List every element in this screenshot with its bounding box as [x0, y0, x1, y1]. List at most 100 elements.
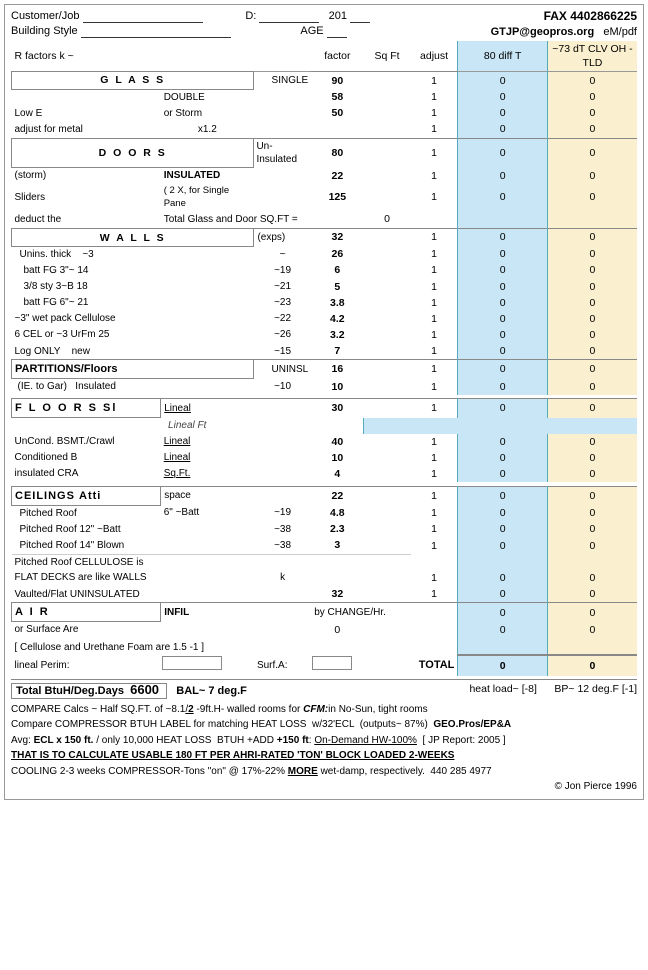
- walls-cellulose-row: ~3" wet pack Cellulose ~22 4.2 1 0 0: [12, 311, 638, 327]
- doors-insulated-factor: 22: [311, 168, 363, 184]
- walls-cellulose-factor: 4.2: [311, 311, 363, 327]
- walls-cel-k: ~26: [254, 327, 311, 343]
- doors-sliders-sub: ( 2 X, for Single Pane: [161, 184, 254, 212]
- col-adjust-hdr: adjust: [411, 41, 458, 72]
- ceilings-pitched3-adjust: 1: [411, 537, 458, 554]
- walls-cel-80: 0: [458, 327, 548, 343]
- doors-header-row: D O O R S Un-Insulated 80 1 0 0: [12, 138, 638, 168]
- ceilings-cellulose-label: Pitched Roof CELLULOSE is: [12, 554, 411, 570]
- floors-uncond-factor: 40: [311, 434, 363, 450]
- walls-section-label: W A L L S: [12, 228, 254, 246]
- customer-job-line: Customer/Job D: 201: [11, 10, 544, 23]
- air-or-label: or Surface Are: [12, 622, 161, 638]
- walls-batt2-label: batt FG 6"~ 21: [12, 295, 161, 311]
- doors-insulated-label: INSULATED: [161, 168, 254, 184]
- walls-log-80: 0: [458, 343, 548, 360]
- doors-sliders-row: Sliders ( 2 X, for Single Pane 125 1 0 0: [12, 184, 638, 212]
- ceilings-flat-sub: k: [254, 570, 311, 586]
- doors-unins-factor: 80: [311, 138, 363, 168]
- floors-lineal-label-row: Lineal Ft: [12, 418, 638, 434]
- glass-section-label: G L A S S: [12, 72, 254, 89]
- walls-cel-factor: 3.2: [311, 327, 363, 343]
- glass-double-73: 0: [547, 89, 637, 105]
- glass-header-row: G L A S S SINGLE 90 1 0 0: [12, 72, 638, 89]
- total-label: TOTAL: [363, 655, 457, 675]
- ceilings-pitched1-label: Pitched Roof: [12, 505, 161, 521]
- ceilings-vaulted-row: Vaulted/Flat UNINSULATED 32 1 0 0: [12, 586, 638, 603]
- col-73diff-hdr: ~73 dT CLV OH -TLD: [547, 41, 637, 72]
- walls-sty-80: 0: [458, 279, 548, 295]
- col-factor-hdr: factor: [311, 41, 363, 72]
- bottom-notes: COMPARE Calcs ~ Half SQ.FT. of ~8.1/2 -9…: [11, 702, 637, 795]
- ceilings-cellulose-row: Pitched Roof CELLULOSE is: [12, 554, 638, 570]
- cellulose-note-row: [ Cellulose and Urethane Foam are 1.5 -1…: [12, 638, 638, 656]
- doors-sliders-80: 0: [458, 184, 548, 212]
- walls-ext-adjust: 1: [411, 228, 458, 246]
- floors-conditioned-adjust: 1: [411, 450, 458, 466]
- floors-header-row: F L O O R S Sl Lineal 30 1 0 0: [12, 399, 638, 418]
- walls-sty-73: 0: [547, 279, 637, 295]
- year-label: 201: [329, 10, 347, 22]
- ceilings-vaulted-label: Vaulted/Flat UNINSULATED: [12, 586, 254, 603]
- walls-batt1-factor: 6: [311, 262, 363, 278]
- floors-uncond-adjust: 1: [411, 434, 458, 450]
- glass-single-sqft: [363, 72, 410, 89]
- doors-insulated-80: 0: [458, 168, 548, 184]
- walls-cellulose-label: ~3" wet pack Cellulose: [12, 311, 161, 327]
- floors-conditioned-factor: 10: [311, 450, 363, 466]
- doors-deduct-row: deduct the Total Glass and Door SQ.FT = …: [12, 211, 638, 228]
- lineal-perim-row: lineal Perim: Surf.A: TOTAL 0 0: [12, 655, 638, 675]
- total-73: 0: [547, 655, 637, 675]
- walls-cellulose-80: 0: [458, 311, 548, 327]
- glass-single-adjust: 1: [411, 72, 458, 89]
- walls-cellulose-k: ~22: [254, 311, 311, 327]
- ceilings-flat-73: 0: [547, 570, 637, 586]
- glass-double-80: 0: [458, 89, 548, 105]
- doors-deduct-value: 0: [363, 211, 410, 228]
- partitions-uninsl-factor: 16: [311, 360, 363, 379]
- floors-uncond-sub: Lineal: [161, 434, 254, 450]
- col-sqft-hdr: Sq Ft: [363, 41, 410, 72]
- partitions-uninsl-73: 0: [547, 360, 637, 379]
- air-infil-80: 0: [458, 603, 548, 622]
- doors-insulated-adjust: 1: [411, 168, 458, 184]
- ceilings-pitched2-k: ~38: [254, 521, 311, 537]
- doors-unins-sub: Un-Insulated: [254, 138, 311, 168]
- partitions-insulated-row: (IE. to Gar) Insulated ~10 10 1 0 0: [12, 379, 638, 395]
- walls-unins-80: 0: [458, 246, 548, 262]
- walls-unins-factor2: 26: [311, 246, 363, 262]
- ceilings-pitched3-k: ~38: [254, 537, 311, 554]
- walls-batt1-80: 0: [458, 262, 548, 278]
- col-empty: [161, 41, 254, 72]
- customer-label: Customer/Job: [11, 10, 79, 22]
- ceilings-header-row: CEILINGS Atti space 22 1 0 0: [12, 486, 638, 505]
- glass-metal-73: 0: [547, 121, 637, 138]
- glass-lowe-73: 0: [547, 105, 637, 121]
- ceilings-pitched1-adjust: 1: [411, 505, 458, 521]
- doors-sliders-factor: 125: [311, 184, 363, 212]
- ceilings-flat-adjust: 1: [411, 570, 458, 586]
- air-infil-73: 0: [547, 603, 637, 622]
- totals-bar: Total BtuH/Deg.Days 6600 BAL~ 7 deg.F he…: [11, 679, 637, 697]
- glass-double-factor: 58: [311, 89, 363, 105]
- ceilings-pitched3-label: Pitched Roof 14" Blown: [12, 537, 161, 554]
- header-section: Customer/Job D: 201 FAX 4402866225 Build…: [11, 9, 637, 38]
- ceilings-pitched1-80: 0: [458, 505, 548, 521]
- ceilings-flatdeck-row: FLAT DECKS are like WALLS k 1 0 0: [12, 570, 638, 586]
- walls-batt2-k: ~23: [254, 295, 311, 311]
- walls-log-row: Log ONLY new ~15 7 1 0 0: [12, 343, 638, 360]
- note-6: © Jon Pierce 1996: [11, 779, 637, 795]
- lineal-perim-input[interactable]: [161, 655, 254, 675]
- walls-batt1-k: ~19: [254, 262, 311, 278]
- walls-unins-factor: ~: [254, 246, 311, 262]
- walls-sty-factor: 5: [311, 279, 363, 295]
- walls-cel-73: 0: [547, 327, 637, 343]
- floors-conditioned-73: 0: [547, 450, 637, 466]
- doors-deduct-73: [547, 211, 637, 228]
- surf-a-input[interactable]: [311, 655, 363, 675]
- glass-metal-row: adjust for metal x1.2 1 0 0: [12, 121, 638, 138]
- doors-section-label: D O O R S: [12, 138, 254, 168]
- floors-uncond-80: 0: [458, 434, 548, 450]
- floors-insulated-row: insulated CRA Sq.Ft. 4 1 0 0: [12, 466, 638, 482]
- partitions-header-row: PARTITIONS/Floors UNINSL 16 1 0 0: [12, 360, 638, 379]
